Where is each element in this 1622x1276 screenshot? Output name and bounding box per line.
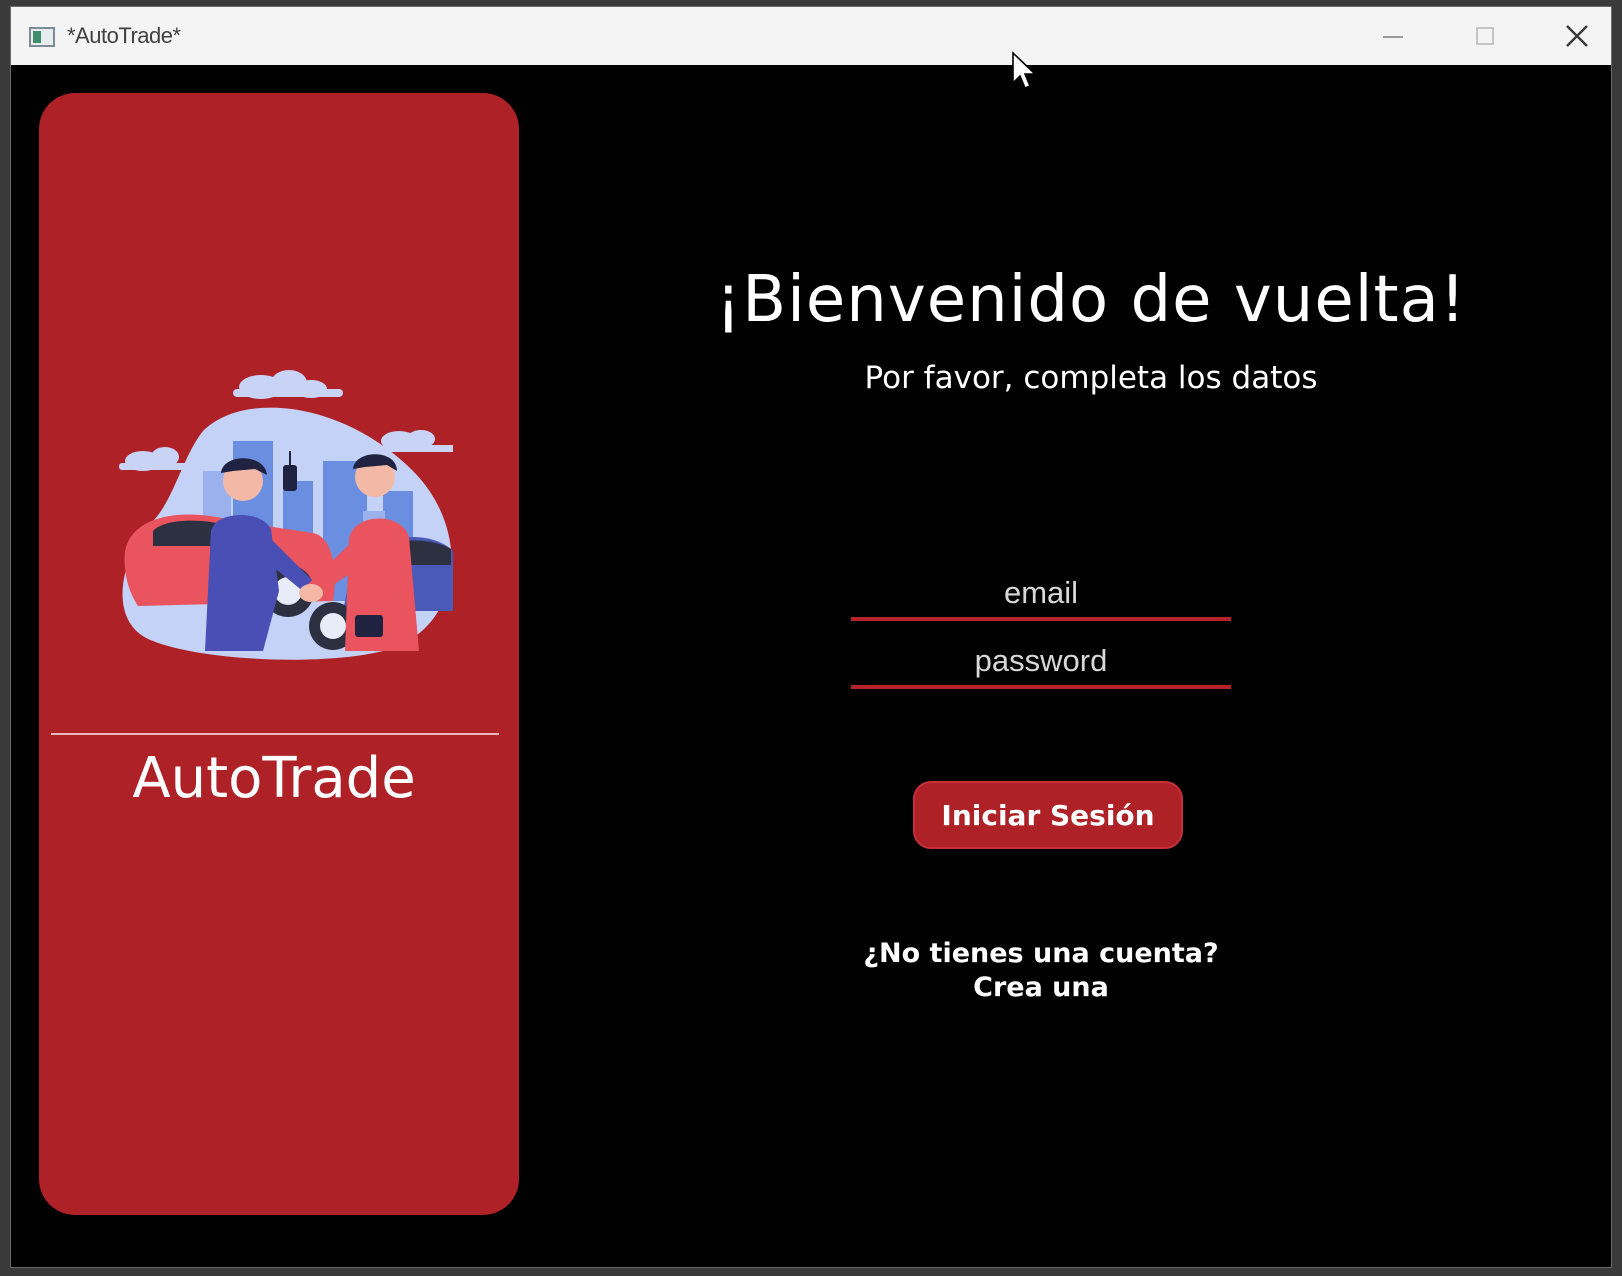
close-button[interactable] (1531, 7, 1611, 65)
minimize-button[interactable] (1347, 7, 1439, 65)
title-bar[interactable]: *AutoTrade* (11, 7, 1611, 66)
signup-link[interactable]: Crea una (811, 971, 1271, 1005)
maximize-button[interactable] (1439, 7, 1531, 65)
login-button[interactable]: Iniciar Sesión (913, 781, 1183, 849)
login-screen: AutoTrade ¡Bienvenido de vuelta! Por fav… (11, 65, 1611, 1267)
close-icon (1566, 25, 1588, 47)
welcome-subtitle: Por favor, completa los datos (864, 360, 1318, 396)
signup-prompt: ¿No tienes una cuenta? (863, 938, 1219, 969)
brand-panel: AutoTrade (39, 93, 519, 1215)
password-field[interactable] (851, 637, 1231, 689)
mouse-cursor-icon (1012, 51, 1037, 90)
signup-section: ¿No tienes una cuenta? Crea una (811, 937, 1271, 1005)
window-title: *AutoTrade* (67, 23, 181, 48)
brand-divider (51, 733, 499, 735)
welcome-title: ¡Bienvenido de vuelta! (715, 263, 1467, 337)
app-window-icon (29, 27, 55, 47)
email-field[interactable] (851, 569, 1231, 621)
car-deal-handshake-illustration (119, 370, 453, 660)
app-window: *AutoTrade* AutoTrade ¡Bienvenido de vue… (10, 6, 1612, 1268)
brand-name: AutoTrade (132, 746, 416, 811)
